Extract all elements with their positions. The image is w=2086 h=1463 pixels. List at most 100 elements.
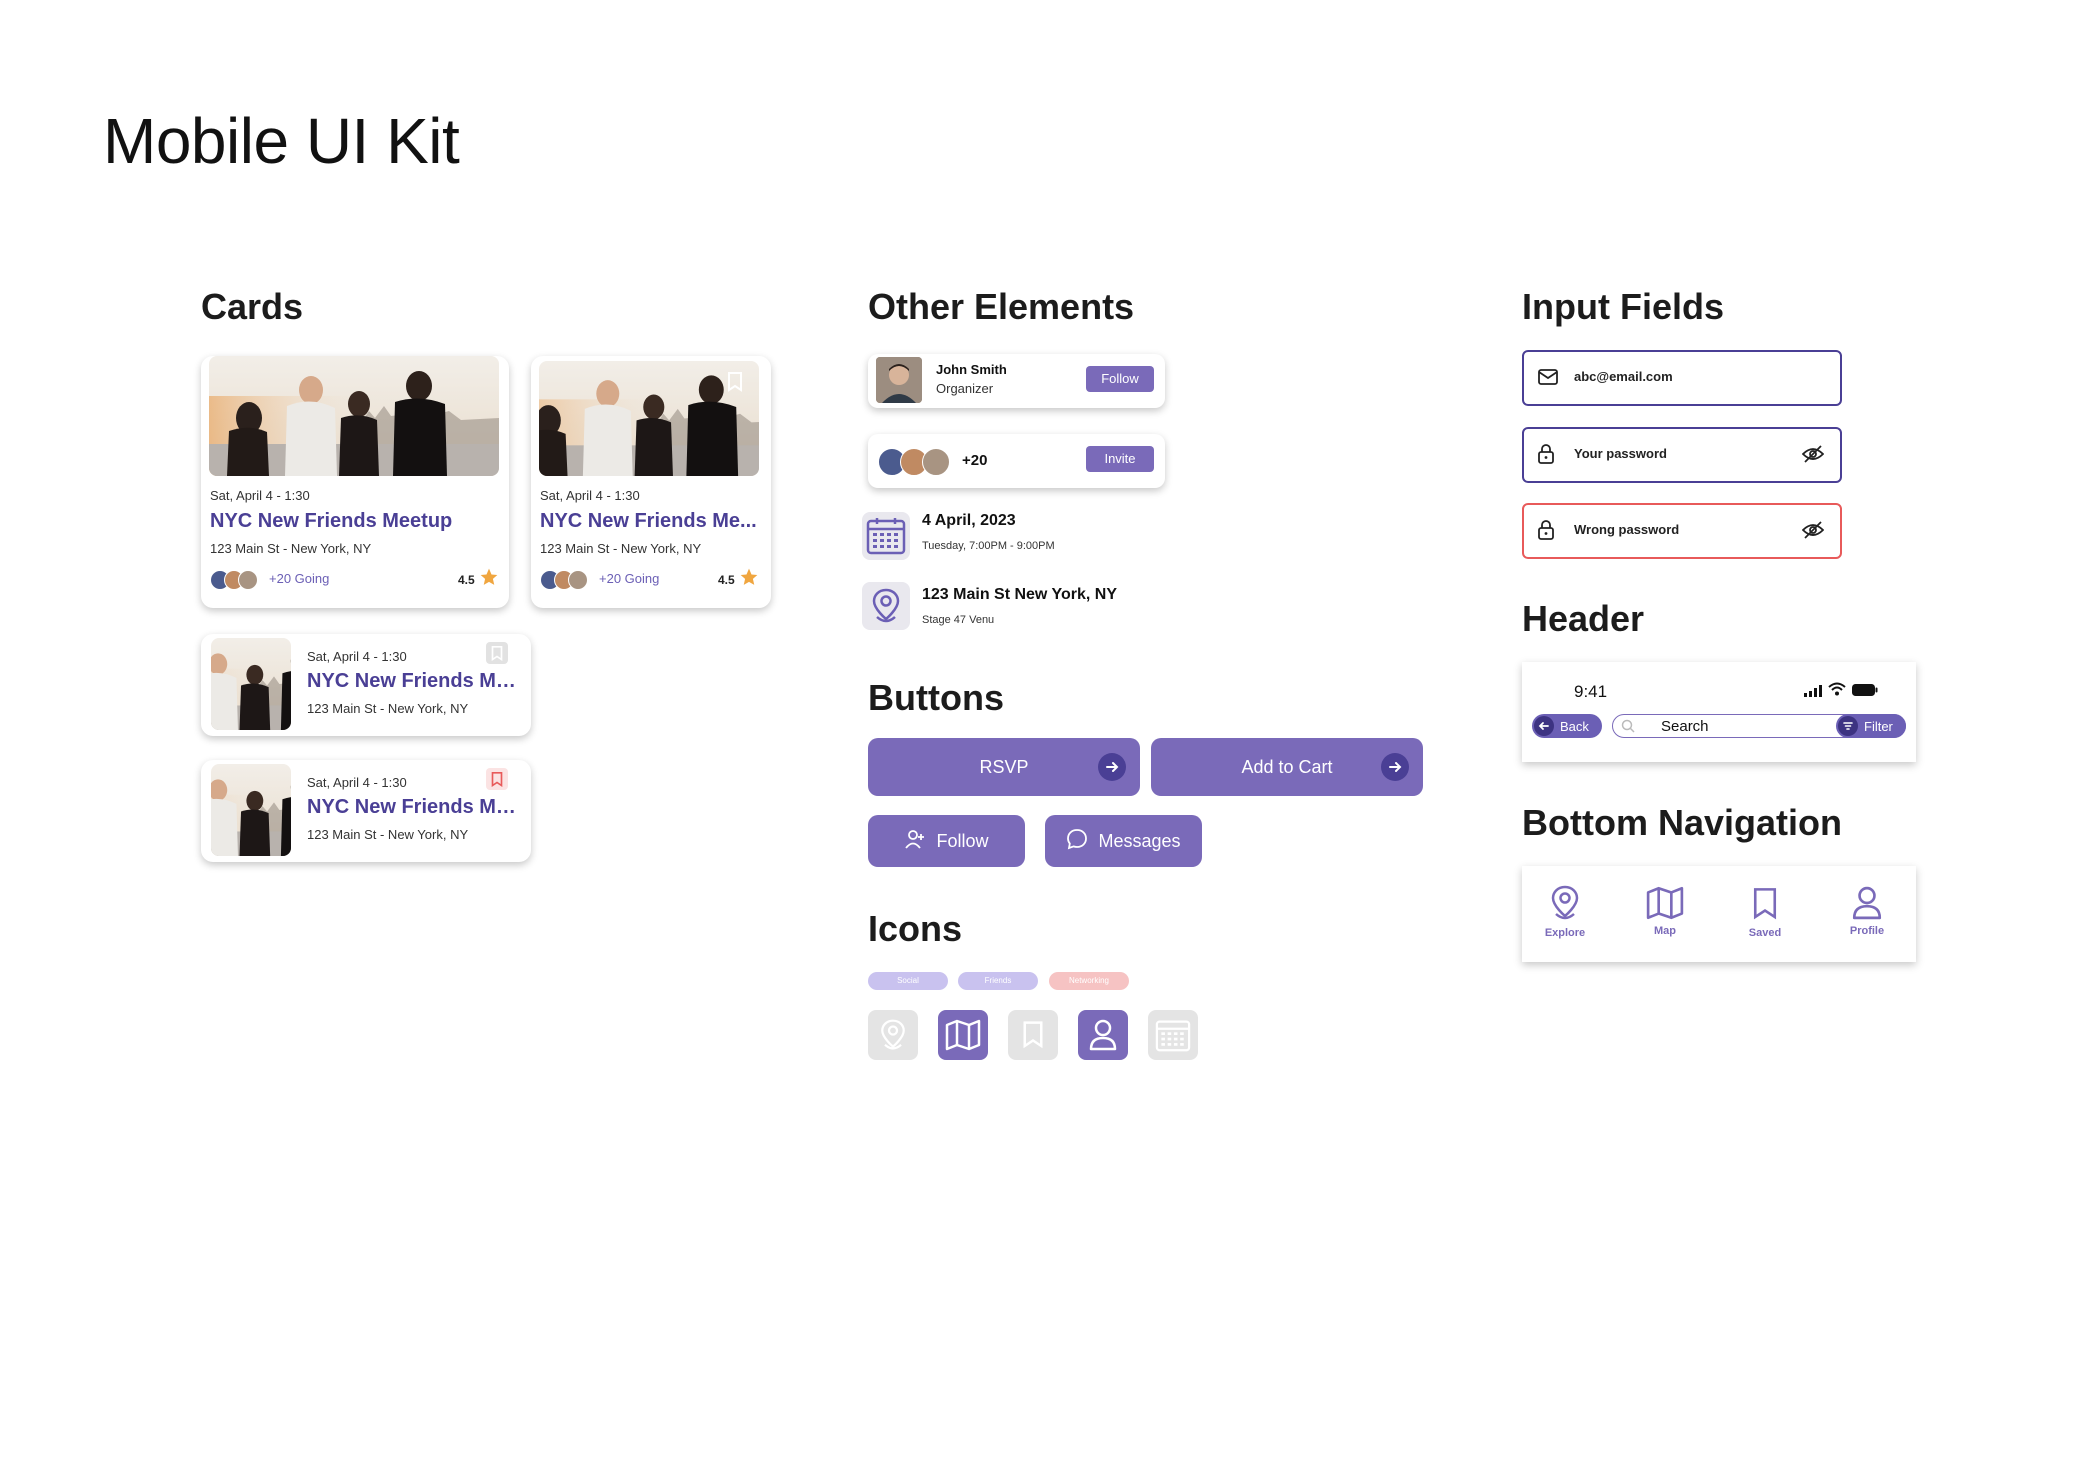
rsvp-button[interactable]: RSVP bbox=[868, 738, 1140, 796]
star-icon bbox=[739, 567, 759, 592]
tag-chip-friends[interactable]: Friends bbox=[958, 972, 1038, 990]
event-title: NYC New Friends Me... bbox=[540, 510, 757, 532]
bottom-navigation: Explore Map Saved Profile bbox=[1522, 866, 1916, 962]
follow-button[interactable]: Follow bbox=[1086, 366, 1154, 392]
event-title: NYC New Friends Meetup bbox=[210, 510, 453, 532]
filter-icon bbox=[1838, 716, 1858, 736]
buttons-section-title: Buttons bbox=[868, 677, 1004, 718]
filter-label: Filter bbox=[1864, 718, 1893, 734]
header-section-title: Header bbox=[1522, 598, 1645, 639]
add-to-cart-label: Add to Cart bbox=[1241, 756, 1333, 777]
map-icon[interactable] bbox=[938, 1010, 988, 1060]
nav-label: Saved bbox=[1748, 927, 1782, 939]
going-count[interactable]: +20 Going bbox=[269, 571, 329, 586]
event-card-compact[interactable]: Sat, April 4 - 1:30 NYC New Friends Me..… bbox=[201, 760, 531, 862]
location-icon bbox=[862, 582, 910, 630]
attendee-avatars bbox=[210, 570, 258, 590]
icons-section-title: Icons bbox=[868, 908, 963, 949]
add-user-icon bbox=[904, 829, 926, 854]
page-title: Mobile UI Kit bbox=[103, 105, 460, 177]
profile-icon[interactable] bbox=[1078, 1010, 1128, 1060]
nav-label: Explore bbox=[1544, 927, 1586, 939]
avatar bbox=[568, 570, 588, 590]
event-address: 123 Main St - New York, NY bbox=[210, 541, 372, 556]
event-date: Sat, April 4 - 1:30 bbox=[540, 488, 640, 503]
follow-label: Follow bbox=[936, 830, 989, 851]
attendees-card: +20 Invite bbox=[868, 434, 1165, 488]
event-card-compact[interactable]: Sat, April 4 - 1:30 NYC New Friends Me..… bbox=[201, 634, 531, 736]
nav-label: Profile bbox=[1849, 925, 1885, 937]
cards-section-title: Cards bbox=[201, 286, 304, 327]
email-field[interactable]: abc@email.com bbox=[1522, 350, 1842, 406]
other-elements-section-title: Other Elements bbox=[868, 286, 1135, 327]
nav-item-explore[interactable]: Explore bbox=[1530, 884, 1600, 939]
event-card[interactable]: Sat, April 4 - 1:30 NYC New Friends Me..… bbox=[531, 356, 771, 608]
event-date-main: 4 April, 2023 bbox=[922, 512, 1016, 529]
eye-off-icon[interactable] bbox=[1801, 521, 1825, 544]
organizer-card: John Smith Organizer Follow bbox=[868, 354, 1165, 408]
arrow-right-icon bbox=[1381, 753, 1409, 781]
organizer-role: Organizer bbox=[936, 381, 994, 396]
mail-icon bbox=[1538, 369, 1558, 390]
tag-chip-social[interactable]: Social bbox=[868, 972, 948, 990]
battery-icon bbox=[1852, 683, 1878, 701]
event-address: 123 Main St - New York, NY bbox=[307, 701, 469, 716]
password-field-error[interactable]: Wrong password bbox=[1522, 503, 1842, 559]
event-photo bbox=[209, 356, 499, 476]
nav-item-profile[interactable]: Profile bbox=[1832, 886, 1902, 937]
event-location-main: 123 Main St New York, NY bbox=[922, 586, 1118, 603]
nav-item-saved[interactable]: Saved bbox=[1730, 886, 1800, 939]
location-icon[interactable] bbox=[868, 1010, 918, 1060]
event-card[interactable]: Sat, April 4 - 1:30 NYC New Friends Meet… bbox=[201, 356, 509, 608]
star-icon bbox=[479, 567, 499, 592]
event-date: Sat, April 4 - 1:30 bbox=[307, 649, 407, 664]
attendee-avatars bbox=[540, 570, 588, 590]
event-date: Sat, April 4 - 1:30 bbox=[307, 775, 407, 790]
bottom-nav-section-title: Bottom Navigation bbox=[1522, 802, 1842, 843]
lock-icon bbox=[1538, 444, 1554, 469]
event-address: 123 Main St - New York, NY bbox=[540, 541, 702, 556]
add-to-cart-button[interactable]: Add to Cart bbox=[1151, 738, 1423, 796]
filter-button[interactable]: Filter bbox=[1836, 714, 1906, 738]
messages-button[interactable]: Messages bbox=[1045, 815, 1202, 867]
password-placeholder: Your password bbox=[1574, 446, 1667, 461]
rating-value: 4.5 bbox=[718, 573, 735, 587]
going-count[interactable]: +20 Going bbox=[599, 571, 659, 586]
event-title: NYC New Friends Me... bbox=[307, 670, 517, 692]
status-time: 9:41 bbox=[1574, 682, 1608, 701]
follow-action-button[interactable]: Follow bbox=[868, 815, 1025, 867]
eye-off-icon[interactable] bbox=[1801, 445, 1825, 468]
tag-chip-networking[interactable]: Networking bbox=[1049, 972, 1129, 990]
arrow-right-icon bbox=[1098, 753, 1126, 781]
search-placeholder: Search bbox=[1661, 718, 1709, 735]
rsvp-label: RSVP bbox=[979, 756, 1029, 777]
lock-icon bbox=[1538, 520, 1554, 545]
rating-value: 4.5 bbox=[458, 573, 475, 587]
event-photo bbox=[211, 638, 291, 730]
event-photo bbox=[539, 361, 759, 476]
organizer-avatar bbox=[876, 357, 922, 403]
wrong-password-value: Wrong password bbox=[1574, 522, 1680, 537]
calendar-icon[interactable] bbox=[1148, 1010, 1198, 1060]
nav-item-map[interactable]: Map bbox=[1630, 886, 1700, 937]
app-header: 9:41 Back Search Filter bbox=[1522, 662, 1916, 762]
map-icon bbox=[1646, 886, 1684, 920]
invite-button[interactable]: Invite bbox=[1086, 446, 1154, 472]
wifi-icon bbox=[1828, 682, 1846, 701]
attendee-count: +20 bbox=[962, 452, 988, 469]
back-button[interactable]: Back bbox=[1532, 714, 1602, 738]
avatar bbox=[922, 448, 950, 476]
input-fields-section-title: Input Fields bbox=[1522, 286, 1724, 327]
arrow-left-icon bbox=[1534, 716, 1554, 736]
bookmark-icon[interactable] bbox=[1008, 1010, 1058, 1060]
event-date-sub: Tuesday, 7:00PM - 9:00PM bbox=[922, 540, 1055, 552]
signal-icon bbox=[1804, 684, 1824, 702]
password-field[interactable]: Your password bbox=[1522, 427, 1842, 483]
nav-label: Map bbox=[1654, 925, 1676, 937]
organizer-name: John Smith bbox=[936, 362, 1007, 377]
event-location-sub: Stage 47 Venu bbox=[922, 614, 995, 626]
bookmark-filled-icon[interactable] bbox=[486, 768, 508, 790]
chat-icon bbox=[1066, 828, 1088, 855]
bookmark-icon[interactable] bbox=[486, 642, 508, 664]
bookmark-icon[interactable] bbox=[727, 372, 743, 397]
